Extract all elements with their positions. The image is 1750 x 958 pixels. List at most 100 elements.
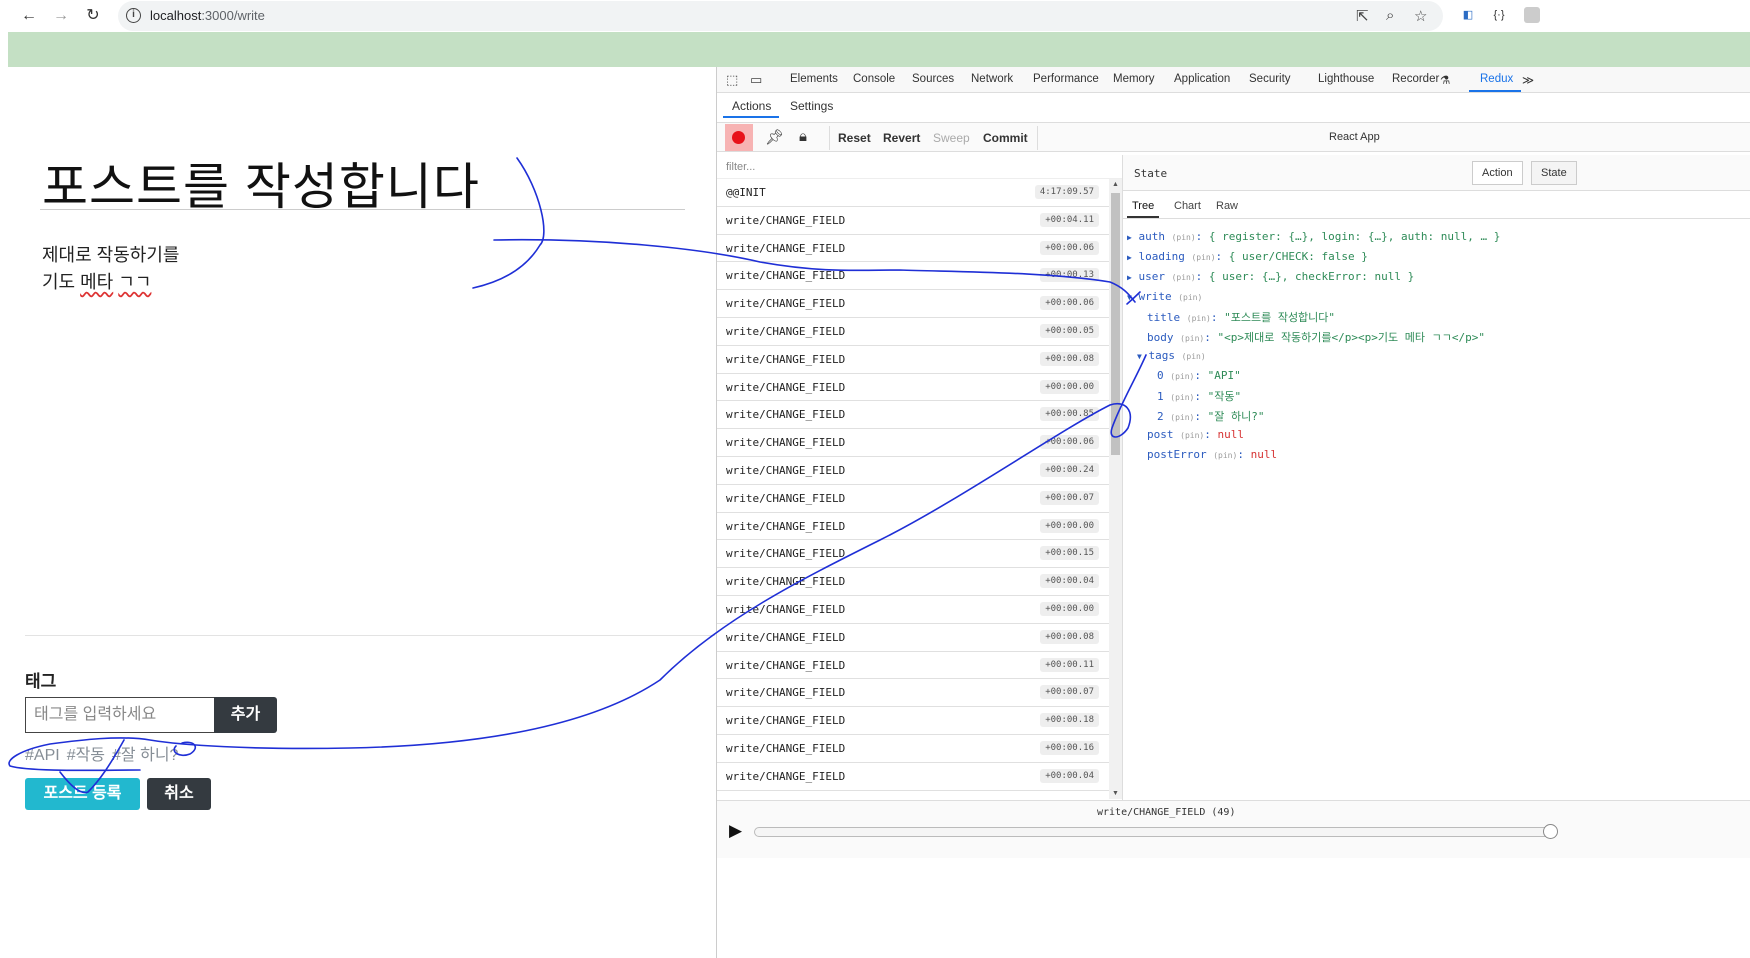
expand-arrow-icon[interactable]: ▶ — [1127, 273, 1132, 282]
revert-button[interactable]: Revert — [883, 131, 920, 145]
action-row[interactable]: write/CHANGE_FIELD +00:00.24 — [717, 457, 1109, 485]
action-row[interactable]: write/CHANGE_FIELD +00:00.11 — [717, 652, 1109, 680]
action-row[interactable]: write/CHANGE_FIELD +00:00.15 — [717, 540, 1109, 569]
extension-icon[interactable]: ◧ — [1460, 7, 1476, 23]
tab-memory[interactable]: Memory — [1113, 73, 1155, 85]
reload-icon[interactable]: ↻ — [83, 6, 103, 26]
commit-button[interactable]: Commit — [983, 131, 1028, 145]
add-tag-button[interactable]: 추가 — [214, 697, 277, 733]
extension-icon[interactable]: {·} — [1491, 7, 1507, 23]
record-button[interactable] — [725, 124, 753, 151]
scroll-up-icon[interactable]: ▲ — [1112, 181, 1119, 188]
sweep-button[interactable]: Sweep — [933, 131, 970, 145]
action-row[interactable]: write/CHANGE_FIELD +00:00.07 — [717, 485, 1109, 513]
pin-link[interactable]: (pin) — [1170, 413, 1194, 422]
tag-item[interactable]: #작동 — [67, 747, 105, 764]
pin-link[interactable]: (pin) — [1191, 253, 1215, 262]
pin-link[interactable]: (pin) — [1170, 393, 1194, 402]
scroll-down-icon[interactable]: ▼ — [1112, 790, 1119, 797]
action-row[interactable]: write/CHANGE_FIELD +00:00.00 — [717, 513, 1109, 541]
tab-security[interactable]: Security — [1249, 73, 1291, 85]
collapse-arrow-icon[interactable]: ▼ — [1137, 352, 1142, 361]
pin-link[interactable]: (pin) — [1180, 431, 1204, 440]
action-filter-input[interactable]: filter... — [717, 155, 1122, 179]
instance-selector[interactable]: React App — [1329, 131, 1380, 143]
timeline-slider[interactable] — [754, 827, 1552, 837]
tab-raw[interactable]: Raw — [1216, 200, 1238, 212]
pin-link[interactable]: (pin) — [1180, 334, 1204, 343]
editor-line[interactable]: 제대로 작동하기를 — [42, 241, 179, 267]
tree-node[interactable]: ▶ auth (pin): { register: {…}, login: {…… — [1127, 230, 1500, 243]
tree-node[interactable]: ▶ loading (pin): { user/CHECK: false } — [1127, 250, 1368, 263]
tab-performance[interactable]: Performance — [1033, 73, 1099, 85]
collapse-arrow-icon[interactable]: ▼ — [1127, 293, 1132, 302]
tab-console[interactable]: Console — [853, 73, 895, 85]
action-row[interactable]: write/CHANGE_FIELD +00:00.85 — [717, 401, 1109, 430]
lock-icon[interactable]: 🔒︎ — [799, 128, 807, 145]
action-row[interactable]: write/CHANGE_FIELD +00:00.07 — [717, 679, 1109, 708]
action-row[interactable]: write/CHANGE_FIELD +00:00.08 — [717, 624, 1109, 652]
slider-handle[interactable] — [1543, 824, 1558, 839]
pin-link[interactable]: (pin) — [1170, 372, 1194, 381]
tab-redux[interactable]: Redux — [1480, 73, 1513, 85]
pin-link[interactable]: (pin) — [1172, 233, 1196, 242]
pin-link[interactable]: (pin) — [1172, 273, 1196, 282]
tab-lighthouse[interactable]: Lighthouse — [1318, 73, 1374, 85]
tab-network[interactable]: Network — [971, 73, 1013, 85]
tag-input[interactable]: 태그를 입력하세요 — [25, 697, 215, 733]
pin-icon[interactable]: 📌︎ — [765, 128, 784, 146]
tag-item[interactable]: #잘 하니? — [112, 747, 178, 764]
play-icon[interactable]: ▶ — [729, 821, 742, 841]
tab-actions[interactable]: Actions — [732, 99, 771, 113]
cancel-button[interactable]: 취소 — [147, 778, 211, 810]
pin-link[interactable]: (pin) — [1213, 451, 1237, 460]
tab-tree[interactable]: Tree — [1132, 200, 1154, 212]
action-row[interactable]: write/CHANGE_FIELD +00:00.04 — [717, 568, 1109, 596]
action-view-button[interactable]: Action — [1472, 161, 1523, 185]
action-row[interactable]: write/CHANGE_FIELD +00:00.00 — [717, 596, 1109, 624]
reset-button[interactable]: Reset — [838, 131, 871, 145]
zoom-icon[interactable]: ⌕ — [1386, 7, 1394, 24]
pin-link[interactable]: (pin) — [1187, 314, 1211, 323]
action-row[interactable]: write/CHANGE_FIELD +00:00.04 — [717, 763, 1109, 791]
expand-arrow-icon[interactable]: ▶ — [1127, 253, 1132, 262]
address-bar[interactable]: i localhost:3000/write ⇱ ⌕ ☆ — [118, 1, 1443, 31]
tag-item[interactable]: #API — [25, 747, 60, 764]
back-icon[interactable]: ← — [19, 6, 39, 26]
tree-node[interactable]: ▼ tags (pin) — [1137, 349, 1206, 362]
pin-link[interactable]: (pin) — [1178, 293, 1202, 302]
state-view-button[interactable]: State — [1531, 161, 1577, 185]
expand-arrow-icon[interactable]: ▶ — [1127, 233, 1132, 242]
more-tabs-icon[interactable]: ≫ — [1522, 73, 1534, 87]
action-list-scrollbar[interactable]: ▲ ▼ — [1109, 179, 1122, 799]
action-row[interactable]: write/CHANGE_FIELD +00:00.06 — [717, 235, 1109, 263]
action-row[interactable]: write/CHANGE_FIELD +00:04.11 — [717, 207, 1109, 235]
tab-elements[interactable]: Elements — [790, 73, 838, 85]
action-row[interactable]: write/CHANGE_FIELD +00:00.06 — [717, 290, 1109, 318]
bookmark-star-icon[interactable]: ☆ — [1414, 7, 1427, 25]
tab-recorder[interactable]: Recorder — [1392, 73, 1439, 85]
inspect-element-icon[interactable]: ⬚ — [726, 72, 738, 88]
action-row[interactable]: write/CHANGE_FIELD +00:00.05 — [717, 318, 1109, 346]
site-info-icon[interactable]: i — [126, 8, 141, 23]
tab-settings[interactable]: Settings — [790, 99, 833, 113]
tree-node[interactable]: ▶ user (pin): { user: {…}, checkError: n… — [1127, 270, 1414, 283]
action-row[interactable]: write/CHANGE_FIELD +00:00.06 — [717, 429, 1109, 457]
tree-node[interactable]: ▼ write (pin) — [1127, 290, 1202, 303]
device-toolbar-icon[interactable]: ▭ — [750, 72, 762, 88]
action-row[interactable]: write/CHANGE_FIELD +00:00.18 — [717, 707, 1109, 735]
action-row[interactable]: write/CHANGE_FIELD +00:00.16 — [717, 735, 1109, 763]
tab-chart[interactable]: Chart — [1174, 200, 1201, 212]
action-row[interactable]: write/CHANGE_FIELD +00:00.13 — [717, 262, 1109, 291]
profile-avatar-icon[interactable] — [1524, 7, 1540, 23]
pin-link[interactable]: (pin) — [1182, 352, 1206, 361]
submit-post-button[interactable]: 포스트 등록 — [25, 778, 140, 810]
action-row[interactable]: write/CHANGE_FIELD +00:00.08 — [717, 346, 1109, 374]
tab-application[interactable]: Application — [1174, 73, 1230, 85]
action-row[interactable]: @@INIT 4:17:09.57 — [717, 179, 1109, 207]
open-in-new-icon[interactable]: ⇱ — [1356, 7, 1369, 25]
editor-line[interactable]: 기도 메타 ㄱㄱ — [42, 268, 151, 294]
scrollbar-thumb[interactable] — [1111, 193, 1120, 455]
forward-icon[interactable]: → — [51, 6, 71, 26]
action-row[interactable]: write/CHANGE_FIELD +00:00.00 — [717, 374, 1109, 402]
